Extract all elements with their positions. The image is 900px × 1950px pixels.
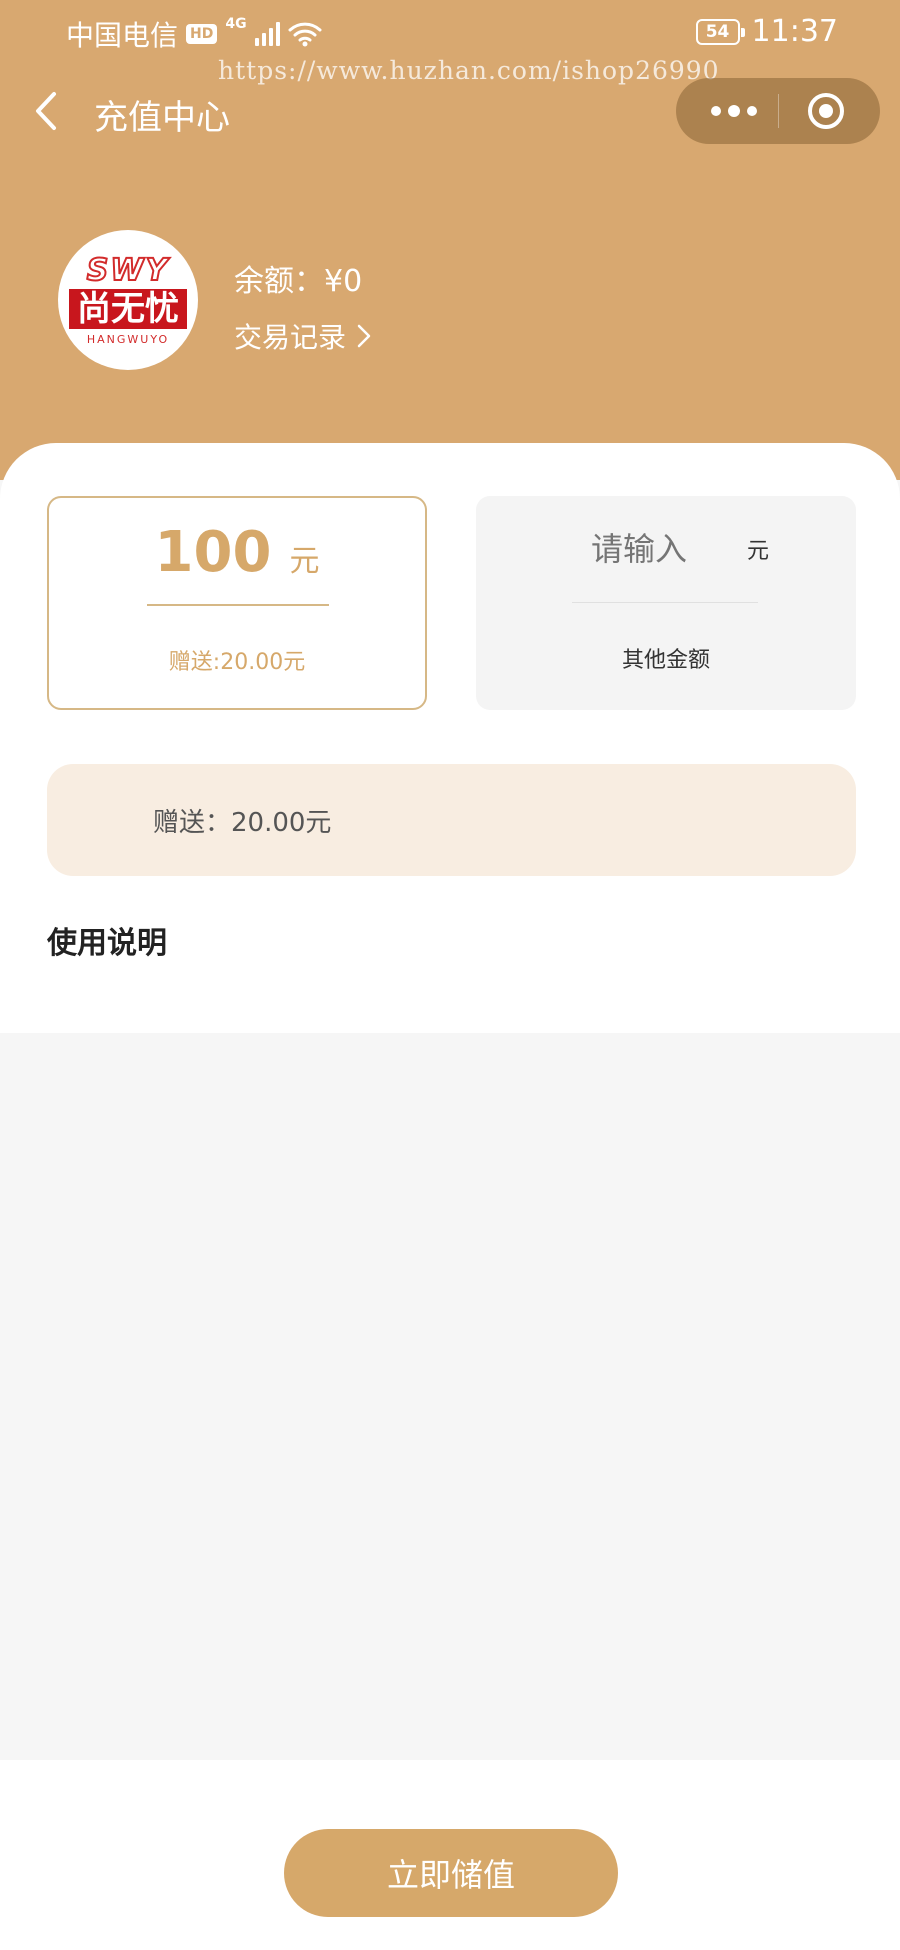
bonus-banner-text: 赠送：20.00元 xyxy=(153,808,332,838)
capsule-divider xyxy=(778,94,779,128)
amount-option-custom[interactable]: 元 其他金额 xyxy=(476,496,856,710)
balance-text: 余额：¥0 xyxy=(234,264,363,299)
custom-amount-input[interactable] xyxy=(590,530,701,568)
signal-icon xyxy=(254,22,280,46)
amount-row: 100 元 xyxy=(49,520,425,585)
mini-program-capsule xyxy=(676,78,880,144)
status-bar: 中国电信 HD 4G 54 11:37 xyxy=(0,0,900,62)
amount-bonus: 赠送:20.00元 xyxy=(168,650,306,675)
avatar: SWY 尚无忧 HANGWUYO xyxy=(58,230,198,370)
carrier-info: 中国电信 HD 4G xyxy=(66,14,322,54)
amount-divider xyxy=(147,604,329,606)
bonus-banner: 赠送：20.00元 xyxy=(47,764,856,876)
network-type: 4G xyxy=(225,16,247,32)
amount-option-100[interactable]: 100 元 赠送:20.00元 xyxy=(47,496,427,710)
hd-badge: HD xyxy=(186,24,218,44)
carrier-name: 中国电信 xyxy=(66,19,179,52)
battery-icon: 54 xyxy=(695,18,745,45)
page-title: 充值中心 xyxy=(94,98,230,138)
custom-amount-label: 其他金额 xyxy=(621,648,710,673)
avatar-logo-mid: 尚无忧 xyxy=(69,288,187,329)
usage-instructions-title: 使用说明 xyxy=(47,926,167,961)
transaction-records-label: 交易记录 xyxy=(234,321,347,354)
custom-row: 元 xyxy=(476,530,856,568)
amount-value: 100 xyxy=(154,520,272,585)
wifi-icon xyxy=(288,22,322,47)
watermark: https://www.huzhan.com/ishop26990 xyxy=(218,56,720,85)
recharge-button[interactable]: 立即储值 xyxy=(284,1829,618,1917)
chevron-right-icon xyxy=(357,324,371,348)
avatar-logo-top: SWY xyxy=(86,252,170,288)
clock: 11:37 xyxy=(751,14,838,49)
amount-unit: 元 xyxy=(289,544,320,579)
close-icon[interactable] xyxy=(806,91,846,131)
back-icon[interactable] xyxy=(30,90,66,132)
avatar-logo-bottom: HANGWUYO xyxy=(86,332,170,346)
custom-divider xyxy=(572,602,758,603)
status-right: 54 11:37 xyxy=(695,14,838,49)
transaction-records-link[interactable]: 交易记录 xyxy=(234,316,372,356)
more-icon[interactable] xyxy=(708,100,760,122)
custom-amount-unit: 元 xyxy=(746,539,769,564)
